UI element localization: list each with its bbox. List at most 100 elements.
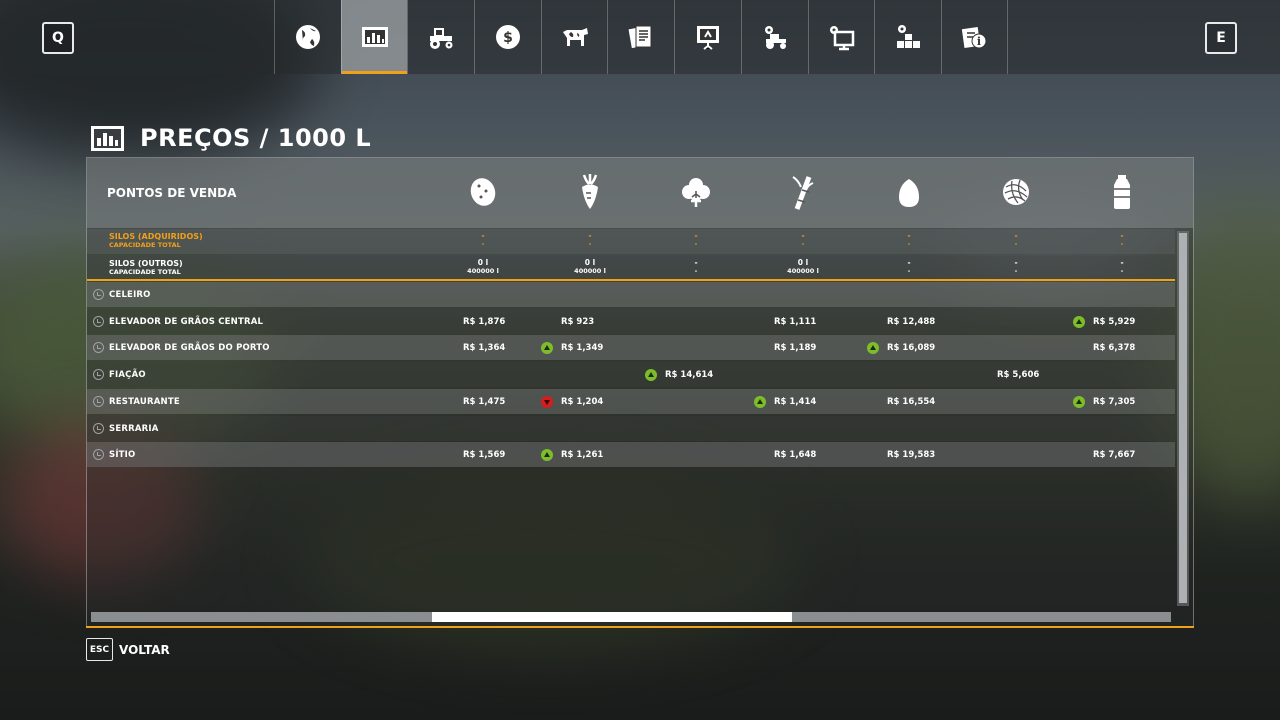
price-value: R$ 923 [561,316,595,327]
silos-acquired-value: - [694,231,698,240]
price-cell: R$ 7,305 [1073,395,1135,409]
divider [87,279,1175,281]
tab-contracts[interactable] [607,0,674,74]
price-cell: R$ 1,189 [774,341,816,355]
prices-chart-icon [91,125,124,151]
price-up-icon [645,369,657,382]
sugarcane-icon [792,176,814,210]
wool-icon [1003,179,1029,205]
esc-key-button[interactable]: ESC [86,638,113,661]
price-cell: R$ 5,606 [997,368,1039,382]
tab-missions[interactable] [674,0,741,74]
table-row[interactable]: SÍTIO R$ 1,569 R$ 1,261 R$ 1,648 R$ 19,583 R$… [87,442,1175,468]
location-icon[interactable] [93,449,104,461]
tab-prices[interactable] [340,0,408,74]
tab-finances[interactable]: $ [474,0,541,74]
price-cell: R$ 1,261 [541,448,603,462]
price-value: R$ 1,876 [463,316,506,327]
location-icon[interactable] [93,342,104,354]
potato-icon [470,178,496,206]
silos-other-capacity: - [907,267,911,275]
menu-tabs: $ i [274,0,1008,74]
silos-other-capacity: - [1014,267,1018,275]
column-sugarbeet[interactable] [573,172,607,212]
silos-other-capacity: 400000 l [787,267,819,275]
prices-table: PONTOS DE VENDA SILOS (ADQUIRIDOS) CAPAC… [86,157,1194,627]
table-row[interactable]: ELEVADOR DE GRÃOS CENTRAL R$ 1,876 R$ 923 R… [87,308,1175,334]
contracts-icon [628,25,652,49]
price-down-icon [541,395,553,408]
tab-production[interactable] [874,0,941,74]
price-cell: R$ 5,929 [1073,315,1135,329]
column-milk[interactable] [1105,172,1139,212]
monitor-icon [830,26,855,51]
selling-point-name: SÍTIO [109,450,136,461]
table-row[interactable]: SERRARIA [87,415,1175,441]
tab-vehicles[interactable] [407,0,474,74]
price-cell: R$ 1,475 [463,395,505,409]
table-header: PONTOS DE VENDA [87,158,1193,228]
table-row[interactable]: ELEVADOR DE GRÃOS DO PORTO R$ 1,364 R$ 1,3… [87,335,1175,361]
column-cotton[interactable] [679,172,713,212]
production-icon [897,25,921,48]
silos-acquired-label: SILOS (ADQUIRIDOS) [109,232,203,241]
price-cell: R$ 7,667 [1093,448,1135,462]
silos-other-capacity: 400000 l [467,267,499,275]
location-icon[interactable] [93,422,104,434]
table-row[interactable]: CELEIRO [87,282,1175,307]
column-potato[interactable] [466,172,500,212]
silos-other-capacity: 400000 l [574,267,606,275]
silos-other-capacity-label: CAPACIDADE TOTAL [109,268,181,276]
price-cell: R$ 923 [561,315,594,329]
tab-map[interactable] [274,0,341,74]
back-button[interactable]: VOLTAR [119,643,170,657]
price-value: R$ 1,569 [463,450,506,461]
silos-acquired-capacity: - [694,240,698,248]
column-wool[interactable] [999,172,1033,212]
location-icon[interactable] [93,369,104,381]
sugarbeet-icon [582,174,598,209]
price-cell: R$ 1,648 [774,448,816,462]
table-row[interactable]: FIAÇÃO R$ 14,614 R$ 5,606 [87,362,1175,388]
price-up-icon [1073,395,1085,408]
price-cell: R$ 6,378 [1093,341,1135,355]
column-sugarcane[interactable] [786,172,820,212]
silos-acquired-value: - [801,231,805,240]
location-icon[interactable] [93,395,104,407]
price-value: R$ 1,349 [561,343,604,354]
location-icon[interactable] [93,315,104,327]
horizontal-scrollbar[interactable] [91,612,1171,622]
selling-point-name: SERRARIA [109,423,159,434]
price-value: R$ 1,414 [774,396,817,407]
vehicle-settings-icon [764,26,786,49]
price-cell: R$ 16,554 [887,395,935,409]
price-cell: R$ 1,349 [541,341,603,355]
silos-other-value: - [1014,258,1018,267]
tab-vehicle-settings[interactable] [740,0,808,74]
column-egg[interactable] [892,172,926,212]
table-row[interactable]: RESTAURANTE R$ 1,475 R$ 1,204 R$ 1,414 R$ 16… [87,388,1175,414]
silos-acquired-capacity: - [1014,240,1018,248]
price-value: R$ 1,204 [561,396,604,407]
tab-game-settings[interactable] [807,0,875,74]
silos-acquired-capacity: - [588,240,592,248]
next-page-key-button[interactable]: E [1205,22,1237,54]
location-icon[interactable] [93,289,104,300]
price-value: R$ 1,261 [561,450,604,461]
price-up-icon [754,395,766,408]
silos-acquired-value: - [588,231,592,240]
silos-acquired-capacity: - [907,240,911,248]
page-title: PREÇOS / 1000 L [140,124,372,152]
tab-animals[interactable] [540,0,608,74]
tab-help[interactable]: i [940,0,1008,74]
vertical-scrollbar-thumb[interactable] [1179,233,1187,603]
silos-other-capacity: - [1120,267,1124,275]
horizontal-scrollbar-thumb[interactable] [432,612,792,622]
previous-page-key-button[interactable]: Q [42,22,74,54]
cotton-icon [682,178,710,207]
vertical-scrollbar[interactable] [1177,231,1189,606]
price-cell: R$ 19,583 [887,448,935,462]
top-nav-bar: Q $ i E [0,0,1280,74]
price-value: R$ 12,488 [887,316,936,327]
silos-other-value: 0 l [477,258,489,267]
